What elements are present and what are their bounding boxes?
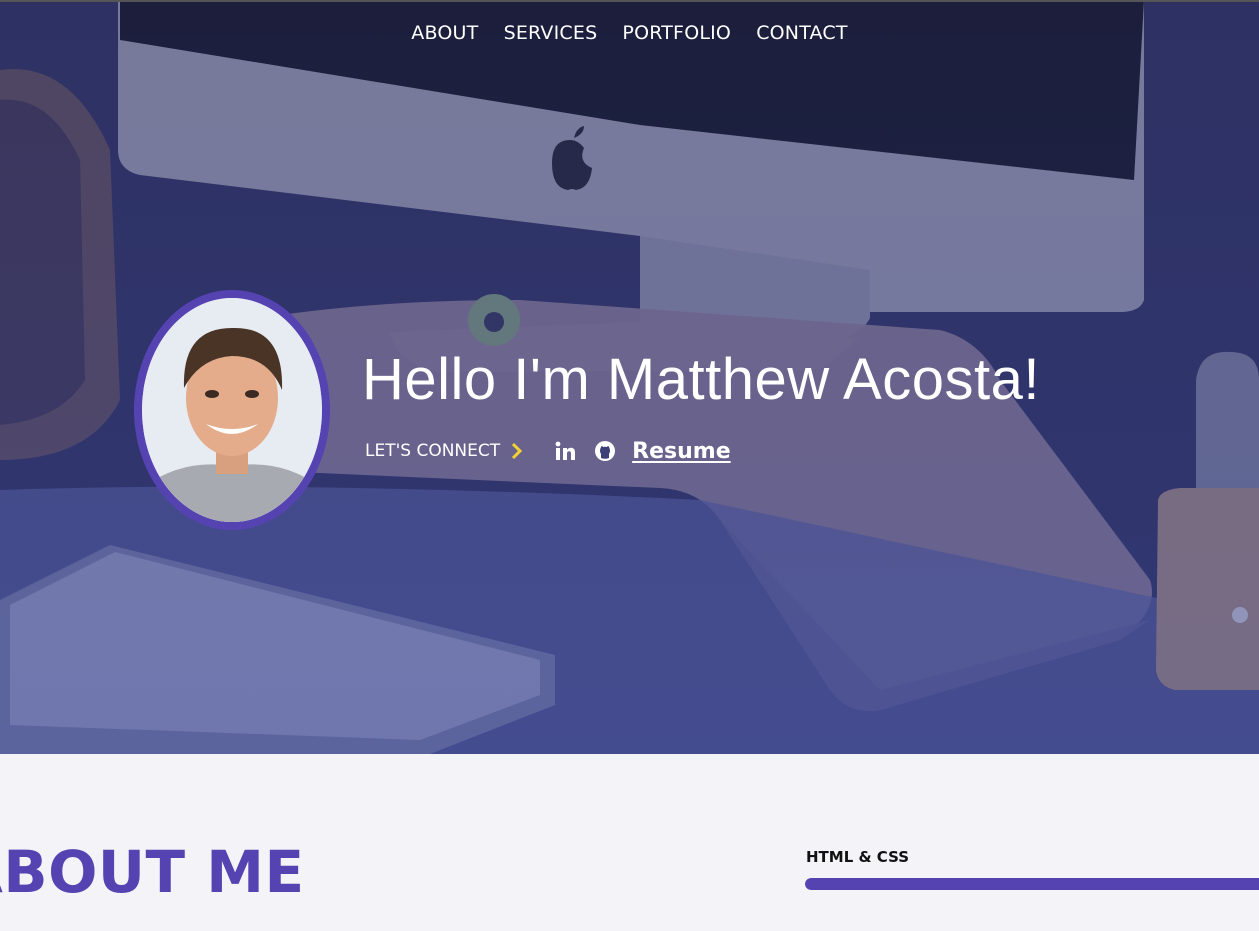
resume-link[interactable]: Resume (632, 439, 730, 464)
skill-progress-bar (805, 878, 1259, 890)
profile-photo (142, 298, 322, 522)
window-top-border (0, 0, 1259, 2)
nav-item-contact[interactable]: CONTACT (756, 22, 848, 44)
hero-title: Hello I'm Matthew Acosta! (362, 347, 1040, 412)
about-section-title: ABOUT ME (0, 838, 305, 906)
main-nav: ABOUT SERVICES PORTFOLIO CONTACT (0, 22, 1259, 44)
linkedin-icon[interactable] (554, 440, 576, 462)
github-icon[interactable] (594, 440, 616, 462)
nav-item-portfolio[interactable]: PORTFOLIO (622, 22, 731, 44)
lets-connect-link[interactable]: LET'S CONNECT (365, 441, 500, 461)
nav-item-about[interactable]: ABOUT (411, 22, 478, 44)
avatar (134, 290, 330, 530)
nav-item-services[interactable]: SERVICES (504, 22, 598, 44)
connect-row: LET'S CONNECT Resume (365, 438, 731, 464)
chevron-right-icon[interactable] (510, 442, 524, 460)
skill-progress-fill (805, 878, 1259, 890)
skill-label: HTML & CSS (806, 848, 910, 866)
hero-section: ABOUT SERVICES PORTFOLIO CONTACT Hello I… (0, 0, 1259, 754)
